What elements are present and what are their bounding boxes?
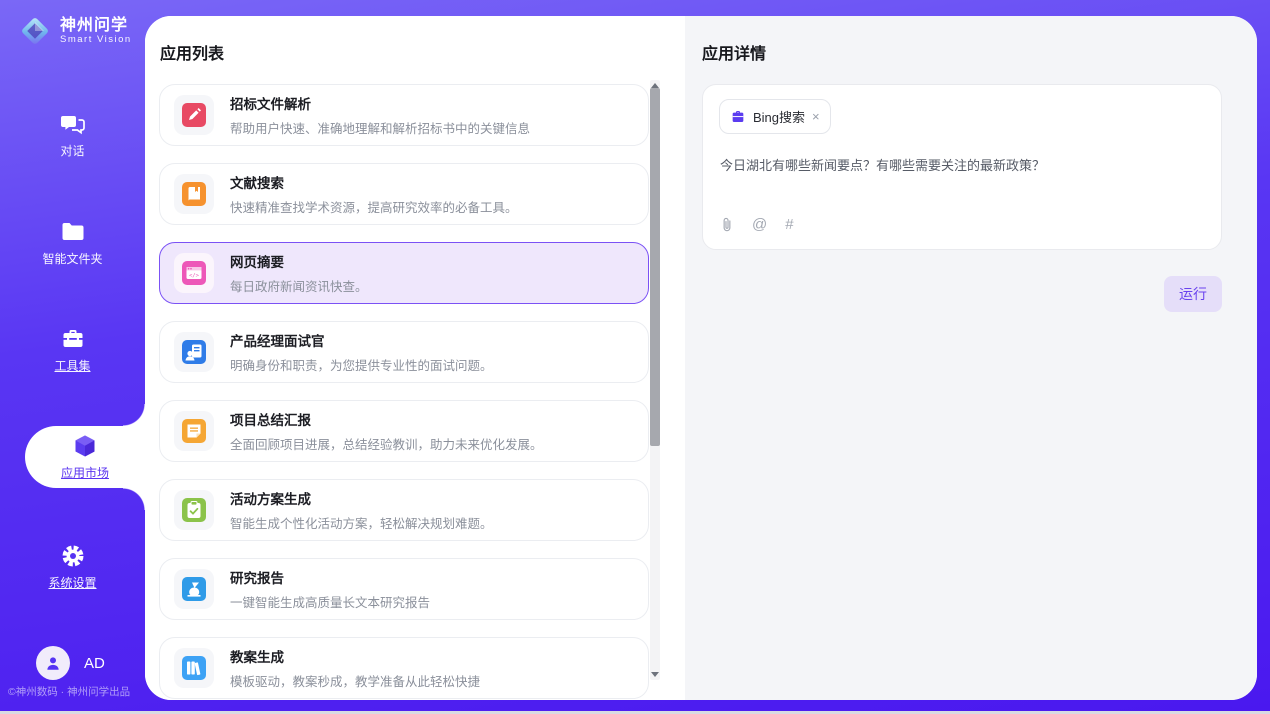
books-icon [174, 648, 214, 688]
app-item-title: 项目总结汇报 [230, 409, 543, 429]
note-icon [174, 411, 214, 451]
mention-icon[interactable]: @ [752, 216, 767, 233]
hash-icon[interactable]: # [785, 216, 793, 233]
toolbox-icon [60, 326, 86, 352]
sidebar: 神州问学 Smart Vision 对话 智能文件夹 工具集 应用市场 系统设置… [0, 0, 145, 714]
sidebar-item-gear[interactable]: 系统设置 [0, 538, 145, 596]
gear-icon [60, 543, 86, 569]
app-list-item[interactable]: 招标文件解析 帮助用户快速、准确地理解和解析招标书中的关键信息 [159, 84, 649, 146]
sidebar-item-label: 智能文件夹 [42, 250, 102, 267]
app-list-item[interactable]: 文献搜索 快速精准查找学术资源，提高研究效率的必备工具。 [159, 163, 649, 225]
avatar[interactable] [36, 646, 70, 680]
query-text[interactable]: 今日湖北有哪些新闻要点？有哪些需要关注的最新政策？ [720, 155, 1045, 174]
app-list-item[interactable]: </> 网页摘要 每日政府新闻资讯快查。 [159, 242, 649, 304]
app-list: 招标文件解析 帮助用户快速、准确地理解和解析招标书中的关键信息 文献搜索 快速精… [159, 84, 649, 699]
app-item-title: 活动方案生成 [230, 488, 493, 508]
app-list-panel: 应用列表 招标文件解析 帮助用户快速、准确地理解和解析招标书中的关键信息 文献搜… [145, 16, 685, 700]
sidebar-item-label: 应用市场 [61, 464, 109, 481]
browser-code-icon: </> [174, 253, 214, 293]
app-item-description: 快速精准查找学术资源，提高研究效率的必备工具。 [230, 197, 518, 216]
sidebar-item-label: 系统设置 [48, 574, 96, 591]
query-input-card[interactable]: Bing搜索 × 今日湖北有哪些新闻要点？有哪些需要关注的最新政策？ @ # [702, 84, 1222, 250]
app-item-title: 研究报告 [230, 567, 430, 587]
input-toolbar: @ # [720, 216, 794, 233]
sidebar-item-label: 工具集 [54, 357, 90, 374]
app-item-description: 全面回顾项目进展，总结经验教训，助力未来优化发展。 [230, 434, 543, 453]
app-item-description: 明确身份和职责，为您提供专业性的面试问题。 [230, 355, 493, 374]
app-list-title: 应用列表 [160, 40, 224, 64]
brand-logo: 神州问学 Smart Vision [18, 14, 132, 48]
main-content: 应用列表 招标文件解析 帮助用户快速、准确地理解和解析招标书中的关键信息 文献搜… [145, 16, 1257, 700]
run-button[interactable]: 运行 [1164, 276, 1222, 312]
brand-name: 神州问学 [60, 17, 132, 35]
user-account[interactable]: AD [36, 646, 105, 680]
user-name: AD [84, 655, 105, 672]
app-item-description: 帮助用户快速、准确地理解和解析招标书中的关键信息 [230, 118, 530, 137]
app-item-title: 招标文件解析 [230, 93, 530, 113]
scroll-down-arrow-icon[interactable] [651, 672, 659, 677]
app-item-title: 网页摘要 [230, 251, 368, 271]
cube-icon [72, 433, 98, 459]
tool-chip-label: Bing搜索 [753, 107, 805, 126]
app-item-title: 文献搜索 [230, 172, 518, 192]
book-icon [174, 174, 214, 214]
sidebar-item-folder[interactable]: 智能文件夹 [0, 214, 145, 272]
chat-icon [60, 111, 86, 137]
folder-icon [60, 219, 86, 245]
sidebar-item-chat[interactable]: 对话 [0, 106, 145, 164]
briefcase-icon [730, 109, 746, 125]
sidebar-item-label: 对话 [60, 142, 84, 159]
app-list-item[interactable]: 产品经理面试官 明确身份和职责，为您提供专业性的面试问题。 [159, 321, 649, 383]
app-item-description: 每日政府新闻资讯快查。 [230, 276, 368, 295]
brand-subtitle: Smart Vision [60, 35, 132, 45]
sidebar-item-cube[interactable]: 应用市场 [25, 426, 145, 488]
attachment-icon[interactable] [720, 217, 734, 233]
interviewer-icon [174, 332, 214, 372]
app-list-item[interactable]: 项目总结汇报 全面回顾项目进展，总结经验教训，助力未来优化发展。 [159, 400, 649, 462]
app-item-description: 智能生成个性化活动方案，轻松解决规划难题。 [230, 513, 493, 532]
chip-close-icon[interactable]: × [812, 110, 820, 123]
diamond-logo-icon [18, 14, 52, 48]
app-item-title: 教案生成 [230, 646, 480, 666]
scrollbar-thumb[interactable] [650, 88, 660, 446]
app-list-item[interactable]: 研究报告 一键智能生成高质量长文本研究报告 [159, 558, 649, 620]
app-detail-title: 应用详情 [702, 40, 1222, 64]
sidebar-item-toolbox[interactable]: 工具集 [0, 321, 145, 379]
app-list-item[interactable]: 活动方案生成 智能生成个性化活动方案，轻松解决规划难题。 [159, 479, 649, 541]
app-item-description: 模板驱动，教案秒成，教学准备从此轻松快捷 [230, 671, 480, 690]
app-detail-panel: 应用详情 Bing搜索 × 今日湖北有哪些新闻要点？有哪些需要关注的最新政策？ … [685, 16, 1257, 700]
edit-doc-icon [174, 95, 214, 135]
clipboard-check-icon [174, 490, 214, 530]
copyright-footer: ©神州数码 · 神州问学出品 [8, 684, 130, 699]
list-scrollbar[interactable] [650, 80, 660, 680]
app-item-title: 产品经理面试官 [230, 330, 493, 350]
research-report-icon [174, 569, 214, 609]
app-list-item[interactable]: 教案生成 模板驱动，教案秒成，教学准备从此轻松快捷 [159, 637, 649, 699]
svg-text:</>: </> [189, 273, 200, 279]
app-item-description: 一键智能生成高质量长文本研究报告 [230, 592, 430, 611]
tool-chip-bing-search[interactable]: Bing搜索 × [719, 99, 831, 134]
